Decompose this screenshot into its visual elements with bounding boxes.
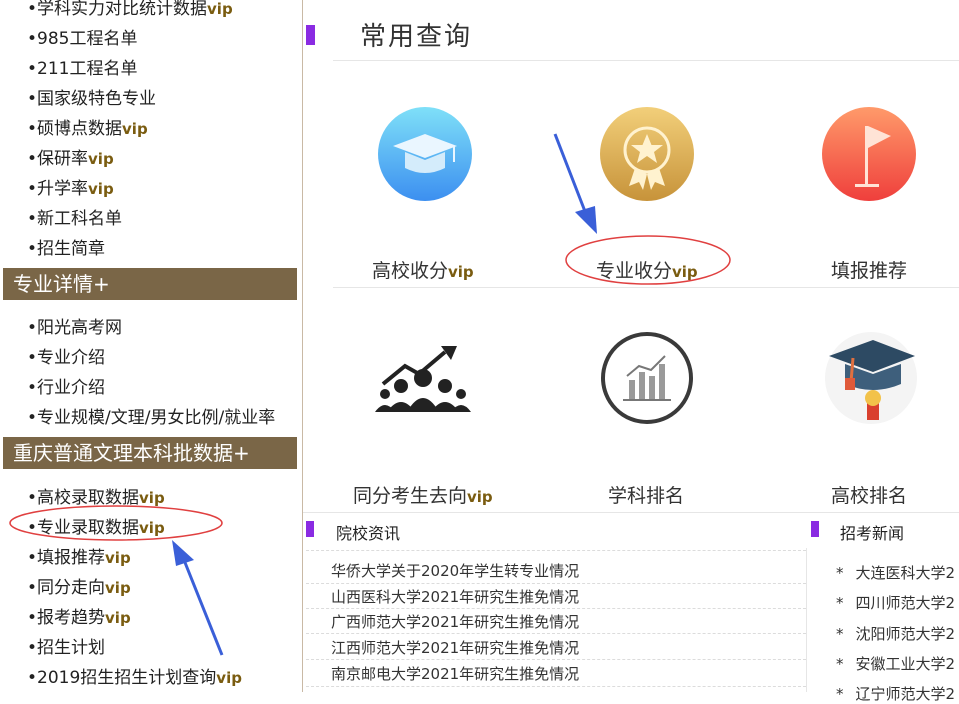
exam-news-item[interactable]: * 辽宁师范大学2 — [836, 683, 955, 704]
sidebar-item-major-intro[interactable]: •专业介绍 — [27, 343, 105, 368]
tile-college-score[interactable]: 高校收分vip — [372, 256, 474, 283]
sidebar-item-211[interactable]: •211工程名单 — [27, 54, 137, 79]
mortarboard-icon[interactable] — [823, 330, 919, 426]
school-news-accent — [306, 521, 314, 537]
sidebar-item-enrollment-plan[interactable]: •招生计划 — [27, 633, 105, 658]
sidebar-item-application-trend[interactable]: •报考趋势vip — [27, 603, 131, 628]
news-divider — [306, 608, 806, 609]
page-title: 常用查询 — [360, 22, 473, 52]
sidebar-item-admission-brochure[interactable]: •招生简章 — [27, 234, 105, 259]
section-header-major-details[interactable]: 专业详情+ — [3, 268, 297, 300]
news-divider — [306, 659, 806, 660]
people-growth-icon[interactable] — [375, 340, 471, 416]
left-sidebar: •学科实力对比统计数据vip •985工程名单 •211工程名单 •国家级特色专… — [0, 0, 303, 692]
news-column-divider — [806, 548, 807, 692]
news-top-divider — [303, 512, 959, 513]
news-divider — [306, 583, 806, 584]
news-item[interactable]: 南京邮电大学2021年研究生推免情况 — [331, 663, 579, 684]
news-divider — [306, 550, 806, 551]
sidebar-item-new-engineering[interactable]: •新工科名单 — [27, 204, 122, 229]
sidebar-item-major-admission[interactable]: •专业录取数据vip — [27, 513, 165, 538]
sidebar-item-fill-recommend[interactable]: •填报推荐vip — [27, 543, 131, 568]
exam-news-item[interactable]: * 大连医科大学2 — [836, 562, 955, 583]
sidebar-item-postgrad-rate[interactable]: •保研率vip — [27, 144, 114, 169]
news-item[interactable]: 广西师范大学2021年研究生推免情况 — [331, 611, 579, 632]
sidebar-item-major-scale[interactable]: •专业规模/文理/男女比例/就业率 — [27, 403, 275, 428]
sidebar-item-industry-intro[interactable]: •行业介绍 — [27, 373, 105, 398]
tile-college-ranking[interactable]: 高校排名 — [831, 481, 907, 508]
flag-icon[interactable] — [821, 106, 917, 202]
bar-chart-icon[interactable] — [599, 330, 695, 426]
news-item[interactable]: 华侨大学关于2020年学生转专业情况 — [331, 560, 579, 581]
sidebar-item-985[interactable]: •985工程名单 — [27, 24, 137, 49]
sidebar-item-same-score-trend[interactable]: •同分走向vip — [27, 573, 131, 598]
graduation-cap-icon[interactable] — [377, 106, 473, 202]
section-header-chongqing-data[interactable]: 重庆普通文理本科批数据+ — [3, 437, 297, 469]
title-accent-bar — [306, 25, 315, 45]
sidebar-item-2019-plan-query[interactable]: •2019招生招生计划查询vip — [27, 663, 242, 688]
sidebar-item-college-admission[interactable]: •高校录取数据vip — [27, 483, 165, 508]
annotation-arrow — [553, 133, 597, 234]
school-news-title: 院校资讯 — [336, 524, 401, 543]
tile-same-score-destination[interactable]: 同分考生去向vip — [353, 481, 493, 508]
exam-news-item[interactable]: * 四川师范大学2 — [836, 592, 955, 613]
news-divider — [306, 686, 806, 687]
exam-news-accent — [811, 521, 819, 537]
medal-star-icon[interactable] — [599, 106, 695, 202]
tile-fill-recommend[interactable]: 填报推荐 — [831, 256, 907, 283]
news-item[interactable]: 山西医科大学2021年研究生推免情况 — [331, 586, 579, 607]
tile-row-divider — [333, 287, 959, 288]
news-divider — [306, 633, 806, 634]
news-item[interactable]: 江西师范大学2021年研究生推免情况 — [331, 637, 579, 658]
sidebar-item-subject-strength[interactable]: •学科实力对比统计数据vip — [27, 0, 233, 19]
sidebar-item-sunshine-gaokao[interactable]: •阳光高考网 — [27, 313, 122, 338]
sidebar-item-master-doctor[interactable]: •硕博点数据vip — [27, 114, 148, 139]
exam-news-item[interactable]: * 安徽工业大学2 — [836, 653, 955, 674]
exam-news-title: 招考新闻 — [840, 524, 905, 543]
sidebar-item-further-study-rate[interactable]: •升学率vip — [27, 174, 114, 199]
sidebar-item-national-majors[interactable]: •国家级特色专业 — [27, 84, 156, 109]
exam-news-item[interactable]: * 沈阳师范大学2 — [836, 623, 955, 644]
tile-subject-ranking[interactable]: 学科排名 — [608, 481, 684, 508]
tile-major-score[interactable]: 专业收分vip — [596, 256, 698, 283]
title-divider — [333, 60, 959, 61]
